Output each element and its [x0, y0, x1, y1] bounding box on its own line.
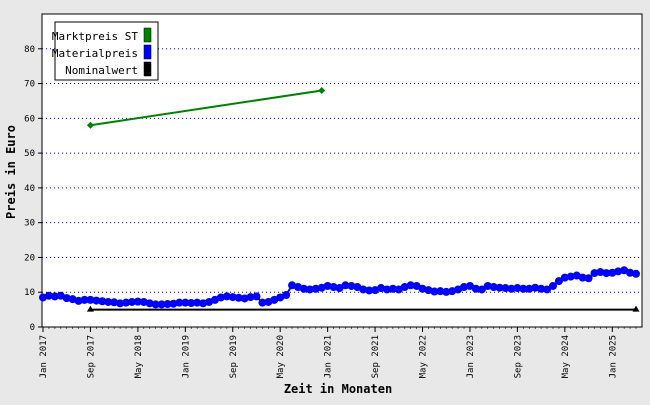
data-point-materialpreis [282, 291, 291, 300]
x-axis-title: Zeit in Monaten [284, 382, 392, 396]
legend-label-materialpreis: Materialpreis [52, 47, 138, 60]
x-tick-label: May 2024 [561, 335, 571, 378]
x-tick-label: May 2018 [134, 335, 144, 378]
legend-label-marktpreis: Marktpreis ST [52, 30, 138, 43]
x-axis-ticks: Jan 2017 Sep 2017 May 2018 Jan 2019 Sep 2019… [39, 327, 637, 378]
y-tick-label: 0 [30, 323, 35, 333]
y-tick-label: 50 [24, 149, 35, 159]
y-tick-label: 10 [24, 288, 35, 298]
price-chart: 0 10 20 30 40 50 60 70 80 Jan 2017 Sep 2017 May 20… [4, 13, 643, 396]
y-tick-label: 20 [24, 253, 35, 263]
y-tick-label: 80 [24, 45, 35, 55]
y-tick-label: 60 [24, 114, 35, 124]
y-tick-label: 40 [24, 184, 35, 194]
x-tick-label: Jan 2019 [181, 335, 191, 378]
x-tick-label: Sep 2021 [371, 335, 381, 378]
x-tick-label: Sep 2017 [86, 335, 96, 378]
y-axis-ticks: 0 10 20 30 40 50 60 70 80 [24, 45, 42, 333]
x-tick-label: May 2020 [276, 335, 286, 378]
y-tick-label: 70 [24, 80, 35, 90]
x-tick-label: Jan 2017 [39, 335, 49, 378]
chart-container: 0 10 20 30 40 50 60 70 80 Jan 2017 Sep 2017 May 20… [0, 0, 650, 400]
x-tick-label: Sep 2023 [513, 335, 523, 378]
legend-swatch-materialpreis [143, 44, 152, 60]
legend-label-nominalwert: Nominalwert [65, 64, 138, 77]
y-tick-label: 30 [24, 219, 35, 229]
x-tick-label: Jan 2021 [324, 335, 334, 378]
legend: Marktpreis ST Materialpreis Nominalwert [52, 21, 159, 81]
data-point-materialpreis [632, 269, 640, 278]
legend-swatch-marktpreis [143, 27, 152, 43]
data-point-materialpreis [252, 292, 261, 301]
legend-swatch-nominalwert [143, 61, 152, 77]
y-axis-title: Preis in Euro [4, 125, 18, 219]
x-tick-label: Jan 2025 [608, 335, 618, 378]
x-tick-label: Sep 2019 [229, 335, 239, 378]
x-tick-label: May 2022 [419, 335, 429, 378]
x-tick-label: Jan 2023 [466, 335, 476, 378]
